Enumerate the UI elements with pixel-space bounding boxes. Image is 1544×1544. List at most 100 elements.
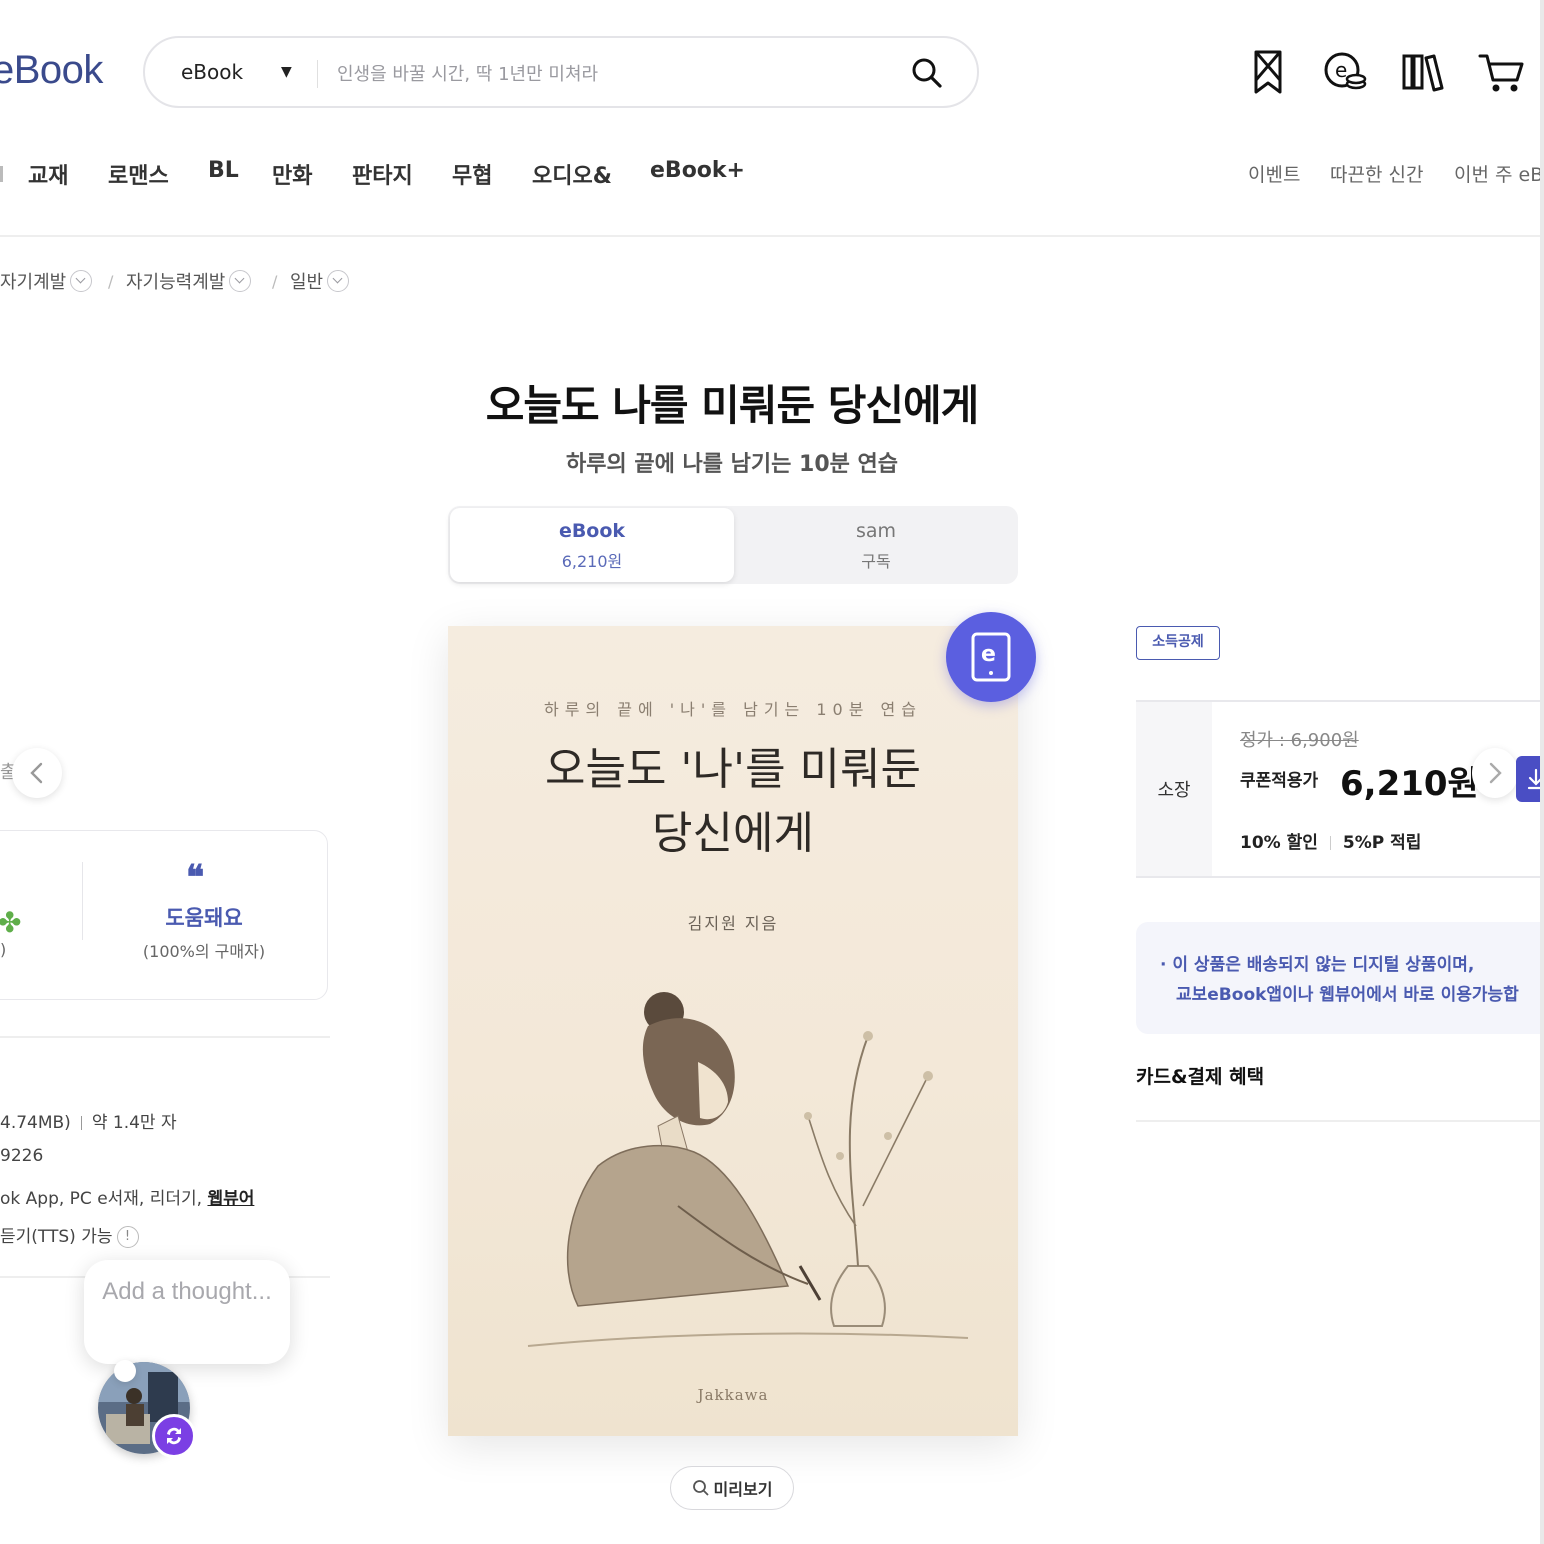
tab-label: sam xyxy=(855,520,897,542)
review-partial-text: ) xyxy=(0,940,7,959)
search-icon xyxy=(692,1480,709,1496)
nav-item-audio[interactable]: 오디오& xyxy=(532,158,612,190)
preview-label: 미리보기 xyxy=(713,1482,773,1499)
nav-item-martial-arts[interactable]: 무협 xyxy=(452,158,492,190)
nav-item-fantasy[interactable]: 판타지 xyxy=(352,158,413,190)
left-divider xyxy=(0,1036,330,1038)
digital-product-notice: · 이 상품은 배송되지 않는 디지털 상품이며, 교보eBook앱이나 웹뷰어… xyxy=(1136,922,1544,1034)
caret-down-icon[interactable]: ▼ xyxy=(281,64,292,80)
notice-line1: · 이 상품은 배송되지 않는 디지털 상품이며, xyxy=(1160,955,1475,975)
thought-input[interactable] xyxy=(94,1274,280,1350)
sync-icon[interactable] xyxy=(152,1414,196,1458)
card-benefits-title[interactable]: 카드&결제 혜택 xyxy=(1136,1062,1264,1089)
file-size-info: 4.74MB) 약 1.4만 자 xyxy=(0,1108,177,1133)
nav-link-this-week[interactable]: 이번 주 eB xyxy=(1454,160,1543,187)
clover-icon: ✤ xyxy=(0,906,22,939)
info-icon[interactable]: ! xyxy=(116,1226,139,1248)
cover-author: 김지원 지음 xyxy=(687,914,779,933)
nav-divider xyxy=(0,235,1544,237)
cover-publisher: Jakkawa xyxy=(697,1386,769,1404)
chevron-down-icon[interactable] xyxy=(70,270,93,292)
nav-item-bl[interactable]: BL xyxy=(208,158,239,183)
book-cover[interactable]: 하루의 끝에 '나'를 남기는 10분 연습 오늘도 '나'를 미뤄둔 당신에게… xyxy=(448,626,1018,1436)
cover-title-line1: 오늘도 '나'를 미뤄둔 xyxy=(544,744,921,795)
breadcrumb-item-general[interactable]: 일반 xyxy=(290,268,350,294)
chevron-down-icon[interactable] xyxy=(229,270,252,292)
nav-item-textbook[interactable]: 교재 xyxy=(28,158,68,190)
breadcrumb-separator: / xyxy=(272,272,278,291)
prev-slide-button[interactable] xyxy=(12,748,62,798)
bookmark-icon[interactable] xyxy=(1242,46,1294,98)
ecash-icon[interactable]: e xyxy=(1320,46,1372,98)
product-title: 오늘도 나를 미뤄둔 당신에게 xyxy=(485,381,980,430)
breadcrumb-item-self-dev[interactable]: 자기계발 xyxy=(0,268,93,294)
quote-icon: ❝ xyxy=(186,858,205,898)
breadcrumb-label: 자기계발 xyxy=(0,272,67,293)
library-icon[interactable] xyxy=(1398,46,1450,98)
ebook-logo[interactable]: eBook xyxy=(0,48,103,93)
discount-separator xyxy=(1329,836,1331,850)
search-divider xyxy=(317,60,318,88)
chevron-right-icon xyxy=(1489,762,1502,784)
device-info: ok App, PC e서재, 리더기, 웹뷰어 xyxy=(0,1184,254,1209)
discount-rate: 10% 할인 xyxy=(1240,833,1318,853)
char-count: 약 1.4만 자 xyxy=(91,1113,177,1133)
ebook-device-icon: e xyxy=(971,632,1011,682)
tab-price: 6,210원 xyxy=(561,552,623,571)
purchase-type-label: 소장 xyxy=(1157,780,1191,801)
file-size: 4.74MB) xyxy=(0,1113,71,1133)
cart-icon[interactable] xyxy=(1476,46,1528,98)
search-button[interactable] xyxy=(907,54,947,94)
search-icon xyxy=(912,58,942,88)
points-rate: 5%P 적립 xyxy=(1342,833,1422,853)
nav-link-event[interactable]: 이벤트 xyxy=(1248,160,1300,187)
cover-kicker: 하루의 끝에 '나'를 남기는 10분 연습 xyxy=(544,700,922,719)
format-tabs: eBook 6,210원 sam 구독 xyxy=(448,506,1018,584)
cover-illustration xyxy=(527,992,969,1347)
cover-title: 오늘도 '나'를 미뤄둔 당신에게 xyxy=(448,738,1018,866)
breadcrumb-label: 일반 xyxy=(290,272,324,293)
review-helpful-sub: (100%의 구매자) xyxy=(142,942,266,961)
thought-bubble xyxy=(84,1260,290,1364)
svg-text:e: e xyxy=(1335,58,1347,82)
breadcrumb-separator: / xyxy=(108,272,114,291)
tab-sam[interactable]: sam 구독 xyxy=(734,508,1018,582)
tts-label: 듣기(TTS) 가능 xyxy=(0,1227,113,1247)
nav-item-ebook-plus[interactable]: eBook+ xyxy=(650,158,745,183)
right-divider xyxy=(1136,1120,1544,1122)
search-category-select[interactable]: eBook xyxy=(181,60,243,84)
svg-text:e: e xyxy=(981,642,996,667)
tax-deduction-badge: 소득공제 xyxy=(1136,626,1220,660)
notice-text: · 이 상품은 배송되지 않는 디지털 상품이며, 교보eBook앱이나 웹뷰어… xyxy=(1160,950,1519,1010)
tab-label: eBook xyxy=(558,520,626,542)
thought-bubble-tail xyxy=(114,1360,136,1382)
next-slide-button[interactable] xyxy=(1472,748,1518,798)
chevron-left-icon xyxy=(30,762,43,784)
chevron-down-icon[interactable] xyxy=(327,270,350,292)
preview-button[interactable]: 미리보기 xyxy=(670,1466,794,1510)
coupon-price-label: 쿠폰적용가 xyxy=(1240,771,1319,791)
review-divider xyxy=(82,862,83,940)
nav-link-new-release[interactable]: 따끈한 신간 xyxy=(1330,160,1423,187)
page-edge xyxy=(1540,0,1544,1544)
ebook-format-badge[interactable]: e xyxy=(946,612,1036,702)
notice-line2: 교보eBook앱이나 웹뷰어에서 바로 이용가능합 xyxy=(1176,985,1519,1005)
nav-item-comics[interactable]: 만화 xyxy=(272,158,312,190)
nav-item-romance[interactable]: 로맨스 xyxy=(108,158,169,190)
nav-tick xyxy=(0,166,3,182)
isbn-info: 9226 xyxy=(0,1146,44,1166)
search-bar: eBook ▼ xyxy=(143,36,979,108)
breadcrumb-item-ability[interactable]: 자기능력계발 xyxy=(126,268,252,294)
sale-price: 6,210원 xyxy=(1340,764,1479,804)
info-separator xyxy=(80,1116,82,1130)
discount-info: 10% 할인 5%P 적립 xyxy=(1240,828,1421,853)
cover-title-line2: 당신에게 xyxy=(652,808,814,859)
breadcrumb-label: 자기능력계발 xyxy=(126,272,226,293)
list-price: 정가 : 6,900원 xyxy=(1240,730,1359,751)
review-helpful-label: 도움돼요 xyxy=(165,906,243,930)
tab-ebook[interactable]: eBook 6,210원 xyxy=(450,508,734,582)
product-subtitle: 하루의 끝에 나를 남기는 10분 연습 xyxy=(565,452,899,477)
search-input[interactable] xyxy=(337,54,877,94)
tts-info: 듣기(TTS) 가능! xyxy=(0,1222,139,1248)
webviewer-link[interactable]: 웹뷰어 xyxy=(207,1189,254,1209)
